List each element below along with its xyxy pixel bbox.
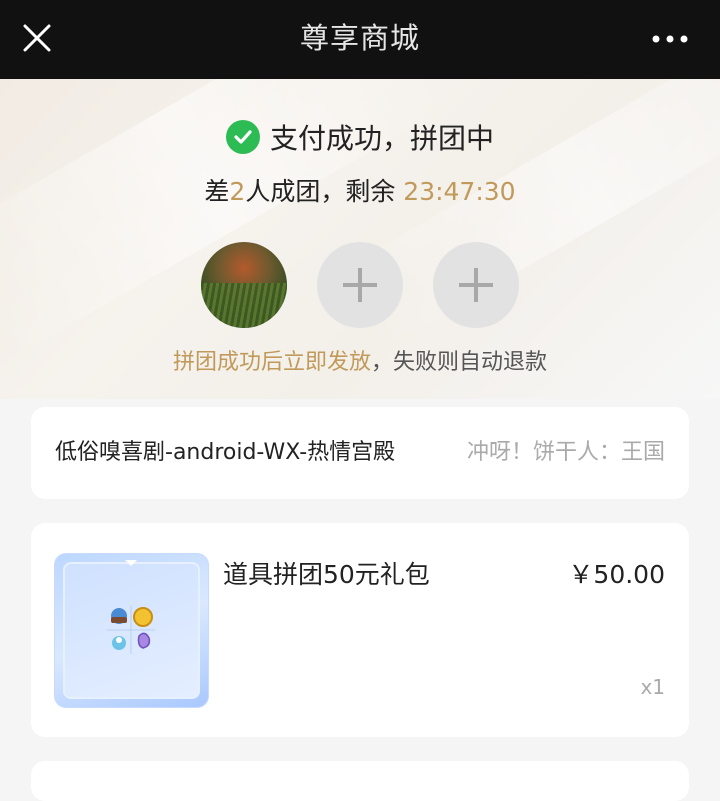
payment-status: 支付成功，拼团中 xyxy=(0,115,720,159)
empty-slot-invite[interactable] xyxy=(433,242,519,328)
plus-icon xyxy=(459,268,493,302)
product-card: 道具拼团50元礼包 ￥50.00 x1 xyxy=(31,523,689,737)
gift-items-icon xyxy=(107,560,155,654)
team-members xyxy=(0,242,720,328)
refund-note: 拼团成功后立即发放，失败则自动退款 xyxy=(0,344,720,376)
countdown-timer: 23:47:30 xyxy=(403,177,516,206)
lack-suffix: 人成团，剩余 xyxy=(245,177,396,206)
top-bar: 尊享商城 xyxy=(0,0,720,79)
game-name: 低俗嗅喜剧-android-WX-热情宫殿 xyxy=(55,440,396,465)
more-icon xyxy=(652,35,688,43)
product-price: ￥50.00 xyxy=(568,560,665,589)
lack-count: 2 xyxy=(229,177,246,206)
next-card xyxy=(31,761,689,801)
page-title: 尊享商城 xyxy=(299,21,420,55)
check-circle-icon xyxy=(225,120,260,154)
note-rest: ，失败则自动退款 xyxy=(371,350,548,375)
group-countdown: 差2人成团，剩余 23:47:30 xyxy=(0,172,720,212)
empty-slot-invite[interactable] xyxy=(317,242,403,328)
product-image xyxy=(54,553,209,708)
status-text: 支付成功，拼团中 xyxy=(269,122,494,155)
game-info-card: 低俗嗅喜剧-android-WX-热情宫殿 冲呀！饼干人：王国 xyxy=(31,407,689,499)
avatar xyxy=(201,242,287,328)
server-name: 冲呀！饼干人：王国 xyxy=(466,440,665,465)
note-highlight: 拼团成功后立即发放 xyxy=(172,350,371,375)
product-name: 道具拼团50元礼包 xyxy=(223,560,430,589)
group-status-panel: 支付成功，拼团中 差2人成团，剩余 23:47:30 拼团成功后立即发放，失败则… xyxy=(0,79,720,399)
lack-prefix: 差 xyxy=(204,177,230,206)
plus-icon xyxy=(343,268,377,302)
more-button[interactable] xyxy=(650,29,690,49)
product-quantity: x1 xyxy=(640,675,665,699)
